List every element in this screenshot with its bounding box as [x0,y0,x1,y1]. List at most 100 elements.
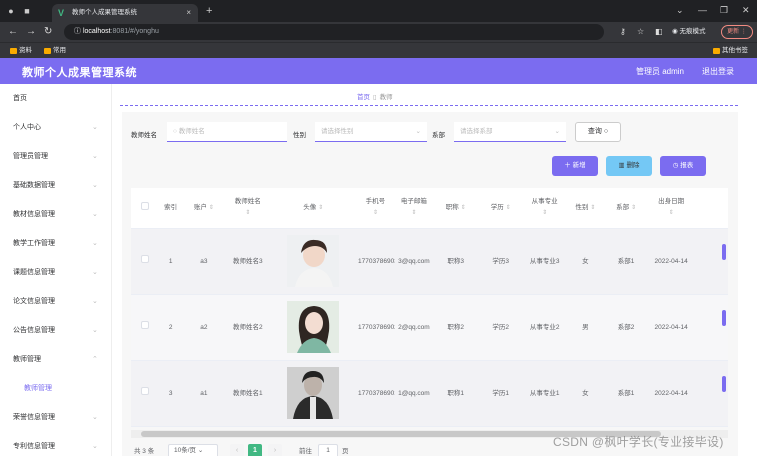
admin-label: 管理员 admin [636,67,685,76]
bookmarks-bar: 资料 常用 其他书签 [0,42,757,58]
sidebar-item-teaching[interactable]: 教学工作管理 ⌄ [0,229,111,258]
sidebar-item-patent[interactable]: 专利信息管理 ⌄ [0,432,111,456]
sidebar-item-home[interactable]: 首页 [0,84,111,113]
select-all-checkbox[interactable] [140,201,149,210]
query-button[interactable]: 查询 ○ [575,122,621,142]
bookmark-folder[interactable]: 常用 [44,45,66,57]
sort-icon[interactable]: ⇕ [318,205,323,211]
row-checkbox-cell[interactable] [131,294,159,361]
back-icon[interactable]: ← [8,26,18,38]
restore-icon[interactable]: ❐ [720,5,728,16]
update-button[interactable]: 更新 ⋮ [721,25,753,39]
header-gender[interactable]: 性别 ⇕ [566,188,605,229]
table-row[interactable]: 3 a1 教师姓名1 17703786901 1@qq.com 职称1 学历1 … [131,360,728,427]
sidebar-item-profile[interactable]: 个人中心 ⌄ [0,113,111,142]
header-avatar[interactable]: 头像 ⇕ [270,188,357,229]
row-edit-handle[interactable] [722,310,726,326]
name-search-input[interactable]: ○ 教师姓名 [167,122,287,142]
sort-icon[interactable]: ⇕ [506,205,511,211]
sidebar-item-honor[interactable]: 荣誉信息管理 ⌄ [0,403,111,432]
sort-icon[interactable]: ⇕ [542,210,547,216]
sidebar-item-project[interactable]: 课题信息管理 ⌄ [0,258,111,287]
page-button-current[interactable]: 1 [248,444,262,456]
goto-page-input[interactable]: 1 [318,444,338,456]
row-edit-handle[interactable] [722,244,726,260]
cell-major: 从事专业1 [523,360,567,427]
browser-tab[interactable]: V 教师个人成果管理系统 × [52,4,198,22]
sidepanel-icon[interactable]: ◧ [655,26,663,38]
sort-icon[interactable]: ⇕ [245,210,250,216]
sort-icon[interactable]: ⇕ [669,210,674,216]
row-checkbox-cell[interactable] [131,360,159,427]
header-degree[interactable]: 学历 ⇕ [478,188,524,229]
cell-name: 教师姓名1 [225,360,271,427]
report-button[interactable]: ◷ 报表 [660,156,706,176]
divider [120,105,738,106]
header-email[interactable]: 电子邮箱 ⇕ [394,188,434,229]
sidebar-item-admin[interactable]: 管理员管理 ⌄ [0,142,111,171]
table-row[interactable]: 1 a3 教师姓名3 17703786903 3@qq.com 职称3 学历3 … [131,228,728,295]
header-name[interactable]: 教师姓名 ⇕ [225,188,271,229]
add-button[interactable]: ＋ 新增 [552,156,598,176]
gender-select[interactable]: 请选择性别 ⌄ [315,122,427,142]
row-checkbox[interactable] [140,321,149,329]
prev-page-button[interactable]: ‹ [230,444,244,456]
new-tab-icon[interactable]: + [206,5,212,17]
delete-button[interactable]: ▥ 删除 [606,156,652,176]
sidebar-item-textbook[interactable]: 教材信息管理 ⌄ [0,200,111,229]
dept-select[interactable]: 请选择系部 ⌄ [454,122,566,142]
other-bookmarks[interactable]: 其他书签 [713,45,748,57]
url-input[interactable]: ⓘ localhost:8081/#/yonghu [64,24,604,40]
sort-icon[interactable]: ⇕ [209,205,214,211]
forward-icon[interactable]: → [26,26,36,38]
header-dept[interactable]: 系部 ⇕ [604,188,648,229]
header-major[interactable]: 从事专业 ⇕ [523,188,567,229]
table-header-row: 索引 账户 ⇕ 教师姓名 ⇕ 头像 ⇕ 手机号 ⇕ 电子邮箱 ⇕ 职称 ⇕ 学历 ⇕ … [131,188,728,229]
minimize-icon[interactable]: — [698,5,707,15]
logout-link[interactable]: 退出登录 [702,66,734,77]
key-icon[interactable]: ⚷ [620,26,626,38]
cell-email: 2@qq.com [394,294,434,361]
sort-icon[interactable]: ⇕ [590,205,595,211]
table-row[interactable]: 2 a2 教师姓名2 17703786902 2@qq.com 职称2 学历2 … [131,294,728,361]
sort-icon[interactable]: ⇕ [373,210,378,216]
next-page-button[interactable]: › [268,444,282,456]
sidebar-subitem-teacher[interactable]: 教师管理 [0,374,111,403]
cell-title: 职称2 [433,294,479,361]
page-size-select[interactable]: 10条/页 ⌄ [168,444,218,456]
chevron-down-icon: ⌄ [92,240,98,247]
site-info-icon[interactable]: ⓘ [74,28,83,35]
row-edit-handle[interactable] [722,376,726,392]
sort-icon[interactable]: ⇕ [461,205,466,211]
tab-strip-icon[interactable]: ■ [22,6,32,16]
breadcrumb-home[interactable]: 首页 [357,94,370,101]
chevron-down-icon[interactable]: ⌄ [676,5,684,16]
chevron-down-icon: ⌄ [92,327,98,334]
cell-phone: 17703786902 [356,294,395,361]
row-checkbox[interactable] [140,387,149,395]
browser-menu-icon[interactable]: ● [6,6,16,16]
tab-close-icon[interactable]: × [186,4,191,22]
sidebar-item-notice[interactable]: 公告信息管理 ⌄ [0,316,111,345]
sidebar-item-teacher[interactable]: 教师管理 ⌃ [0,345,111,374]
cell-avatar [270,294,357,361]
sort-icon[interactable]: ⇕ [411,210,416,216]
chevron-down-icon: ⌄ [415,128,421,135]
sidebar-item-basic-data[interactable]: 基础数据管理 ⌄ [0,171,111,200]
row-checkbox-cell[interactable] [131,228,159,295]
sort-icon[interactable]: ⇕ [631,205,636,211]
row-checkbox[interactable] [140,255,149,263]
header-phone[interactable]: 手机号 ⇕ [356,188,395,229]
header-birth[interactable]: 出身日期 ⇕ [647,188,695,229]
bookmark-folder[interactable]: 资料 [10,45,32,57]
header-title[interactable]: 职称 ⇕ [433,188,479,229]
cell-degree: 学历1 [478,360,524,427]
header-account[interactable]: 账户 ⇕ [182,188,226,229]
header-checkbox-cell[interactable] [131,188,159,229]
reload-icon[interactable]: ↻ [44,26,52,38]
star-icon[interactable]: ☆ [637,26,644,38]
incognito-indicator[interactable]: ◉ 无痕模式 [672,26,705,38]
sidebar-item-paper[interactable]: 论文信息管理 ⌄ [0,287,111,316]
window-close-icon[interactable]: ✕ [742,5,750,16]
cell-dept: 系部1 [604,228,648,295]
